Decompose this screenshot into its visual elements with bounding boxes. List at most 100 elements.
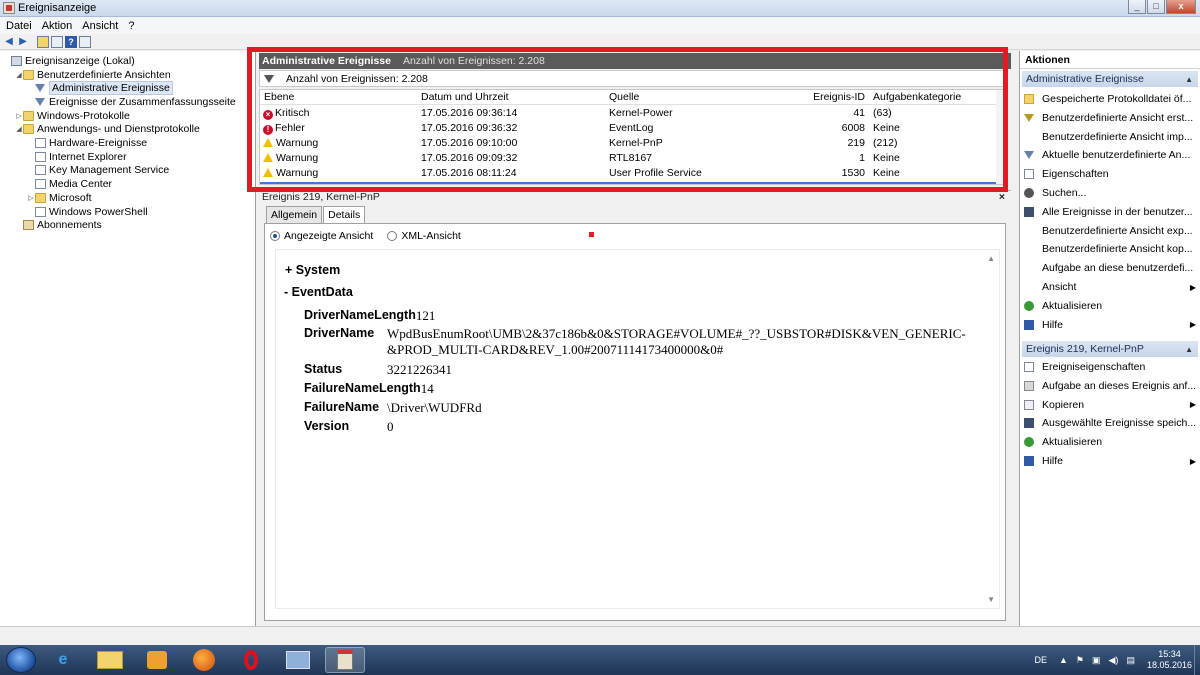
event-viewer-icon[interactable] — [325, 647, 365, 673]
tree-item[interactable]: Windows PowerShell — [27, 205, 148, 219]
tree-item[interactable]: ▷ Microsoft — [27, 191, 91, 205]
collapse-icon[interactable]: ▲ — [1185, 345, 1193, 354]
show-desktop-button[interactable] — [1194, 645, 1200, 675]
tree-item[interactable]: Media Center — [27, 177, 112, 191]
field-value-wrap: 14 — [421, 381, 434, 397]
firefox-icon[interactable] — [184, 647, 224, 673]
column-task-category[interactable]: Aufgabenkategorie — [873, 91, 961, 103]
table-row[interactable]: × Kritisch 17.05.2016 09:36:14 Kernel-Power… — [260, 106, 1004, 121]
table-row[interactable]: Warnung 17.05.2016 09:10:00 Kernel-PnP 219 (… — [260, 136, 1004, 151]
console-tree-icon[interactable] — [51, 35, 63, 48]
help-icon[interactable]: ? — [65, 35, 77, 48]
scroll-up-icon[interactable]: ▲ — [987, 254, 995, 263]
column-datetime[interactable]: Datum und Uhrzeit — [421, 91, 509, 103]
action-item[interactable]: Benutzerdefinierte Ansicht imp... — [1024, 129, 1198, 145]
action-item[interactable]: Aktuelle benutzerdefinierte An... — [1024, 147, 1198, 163]
save-icon — [1024, 418, 1034, 429]
opera-icon[interactable] — [231, 647, 271, 673]
friendly-view-radio[interactable] — [270, 231, 280, 241]
network-status-icon[interactable]: ▤ — [1126, 655, 1135, 666]
tree-item[interactable]: Ereignisanzeige (Lokal) — [3, 54, 135, 68]
table-row[interactable]: Warnung 17.05.2016 09:09:32 RTL8167 1 Keine — [260, 151, 1004, 166]
clock[interactable]: 15:34 18.05.2016 — [1147, 649, 1192, 671]
action-item[interactable]: Ausgewählte Ereignisse speich... — [1024, 415, 1198, 431]
action-item[interactable]: Eigenschaften — [1024, 166, 1198, 182]
action-item-label: Ausgewählte Ereignisse speich... — [1042, 417, 1197, 430]
action-item[interactable]: Gespeicherte Protokolldatei öf... — [1024, 91, 1198, 107]
menu-datei[interactable]: Datei — [6, 20, 32, 32]
system-section-toggle[interactable]: + System — [285, 263, 340, 277]
action-item[interactable]: Aufgabe an diese benutzerdefi... — [1024, 260, 1198, 276]
menu-aktion[interactable]: Aktion — [42, 20, 73, 32]
internet-explorer-icon[interactable]: e — [43, 647, 83, 673]
event-data-view: ▲ ▼ + System - EventData DriverNameLengt… — [275, 249, 1000, 609]
action-item-label: Kopieren — [1042, 398, 1085, 411]
xml-view-label[interactable]: XML-Ansicht — [401, 230, 461, 242]
column-event-id[interactable]: Ereignis-ID — [790, 91, 865, 103]
tree-item[interactable]: Internet Explorer — [27, 150, 127, 164]
tree-item[interactable]: Hardware-Ereignisse — [27, 136, 147, 150]
close-button[interactable]: x — [1166, 0, 1196, 14]
remote-desktop-icon[interactable] — [278, 647, 318, 673]
action-item[interactable]: Aufgabe an dieses Ereignis anf... — [1024, 378, 1198, 394]
scroll-down-icon[interactable]: ▼ — [987, 595, 995, 604]
tree-item[interactable]: ▷ Windows-Protokolle — [15, 109, 130, 123]
eventdata-section-toggle[interactable]: - EventData — [284, 285, 353, 299]
tree-item[interactable]: ◢ Anwendungs- und Dienstprotokolle — [15, 123, 200, 137]
actions-section-event[interactable]: Ereignis 219, Kernel-PnP ▲ — [1022, 341, 1198, 357]
action-item[interactable]: Aktualisieren — [1024, 434, 1198, 450]
field-value: 3221226341 — [387, 362, 452, 377]
close-detail-icon[interactable]: × — [999, 191, 1005, 203]
friendly-view-label[interactable]: Angezeigte Ansicht — [284, 230, 373, 242]
back-icon[interactable]: ◀ — [3, 36, 15, 48]
action-center-icon[interactable]: ⚑ — [1076, 655, 1084, 666]
expand-toggle-icon[interactable]: ▷ — [27, 194, 35, 202]
warning-icon — [263, 168, 273, 177]
maximize-button[interactable]: □ — [1147, 0, 1165, 14]
volume-icon[interactable]: ◀) — [1109, 655, 1119, 666]
column-level[interactable]: Ebene — [264, 91, 294, 103]
action-item[interactable]: Aktualisieren — [1024, 298, 1198, 314]
action-item[interactable]: Suchen... — [1024, 185, 1198, 201]
menu-ansicht[interactable]: Ansicht — [82, 20, 118, 32]
action-item[interactable]: Benutzerdefinierte Ansicht erst... — [1024, 110, 1198, 126]
table-scrollbar[interactable] — [996, 90, 1004, 184]
tree-item[interactable]: Abonnements — [15, 218, 102, 232]
expand-toggle-icon[interactable]: ◢ — [15, 71, 23, 79]
tree-item[interactable]: Administrative Ereignisse — [27, 81, 173, 96]
tree-item[interactable]: ◢ Benutzerdefinierte Ansichten — [15, 68, 170, 82]
file-explorer-icon[interactable] — [90, 647, 130, 673]
action-item[interactable]: Hilfe ▶ — [1024, 317, 1198, 333]
expand-toggle-icon[interactable]: ◢ — [15, 125, 23, 133]
tray-arrow-icon[interactable]: ▲ — [1059, 655, 1068, 665]
actions-section-view[interactable]: Administrative Ereignisse ▲ — [1022, 71, 1198, 87]
menu-help[interactable]: ? — [128, 20, 134, 32]
expand-toggle-icon[interactable]: ▷ — [15, 112, 23, 120]
view-title: Administrative Ereignisse — [262, 55, 391, 67]
xml-view-radio[interactable] — [387, 231, 398, 241]
table-row[interactable]: Warnung 17.05.2016 08:11:24 User Profile S… — [260, 166, 1004, 181]
collapse-icon[interactable]: ▲ — [1185, 75, 1193, 84]
column-source[interactable]: Quelle — [609, 91, 639, 103]
action-item[interactable]: Ereigniseigenschaften — [1024, 359, 1198, 375]
table-row[interactable]: ! Fehler 17.05.2016 09:36:32 EventLog 6008 Ke… — [260, 121, 1004, 136]
action-item[interactable]: Ansicht ▶ — [1024, 279, 1198, 295]
view-icon[interactable] — [79, 35, 91, 48]
action-item[interactable]: Benutzerdefinierte Ansicht exp... — [1024, 223, 1198, 239]
action-item[interactable]: Hilfe ▶ — [1024, 453, 1198, 469]
tab-allgemein[interactable]: Allgemein — [266, 206, 323, 223]
minimize-button[interactable]: _ — [1128, 0, 1146, 14]
action-item[interactable]: Benutzerdefinierte Ansicht kop... — [1024, 241, 1198, 257]
action-item[interactable]: Alle Ereignisse in der benutzer... — [1024, 204, 1198, 220]
language-indicator[interactable]: DE — [1034, 655, 1047, 665]
category-cell: Keine — [873, 152, 900, 164]
network-icon[interactable]: ▣ — [1092, 655, 1101, 666]
tree-item[interactable]: Ereignisse der Zusammenfassungsseite — [27, 95, 236, 109]
media-player-icon[interactable] — [137, 647, 177, 673]
start-button[interactable] — [6, 647, 36, 673]
tab-details[interactable]: Details — [323, 206, 366, 224]
forward-icon[interactable]: ▶ — [17, 36, 29, 48]
tree-item[interactable]: Key Management Service — [27, 164, 169, 178]
action-item[interactable]: Kopieren ▶ — [1024, 397, 1198, 413]
folder-up-icon[interactable] — [37, 35, 49, 48]
